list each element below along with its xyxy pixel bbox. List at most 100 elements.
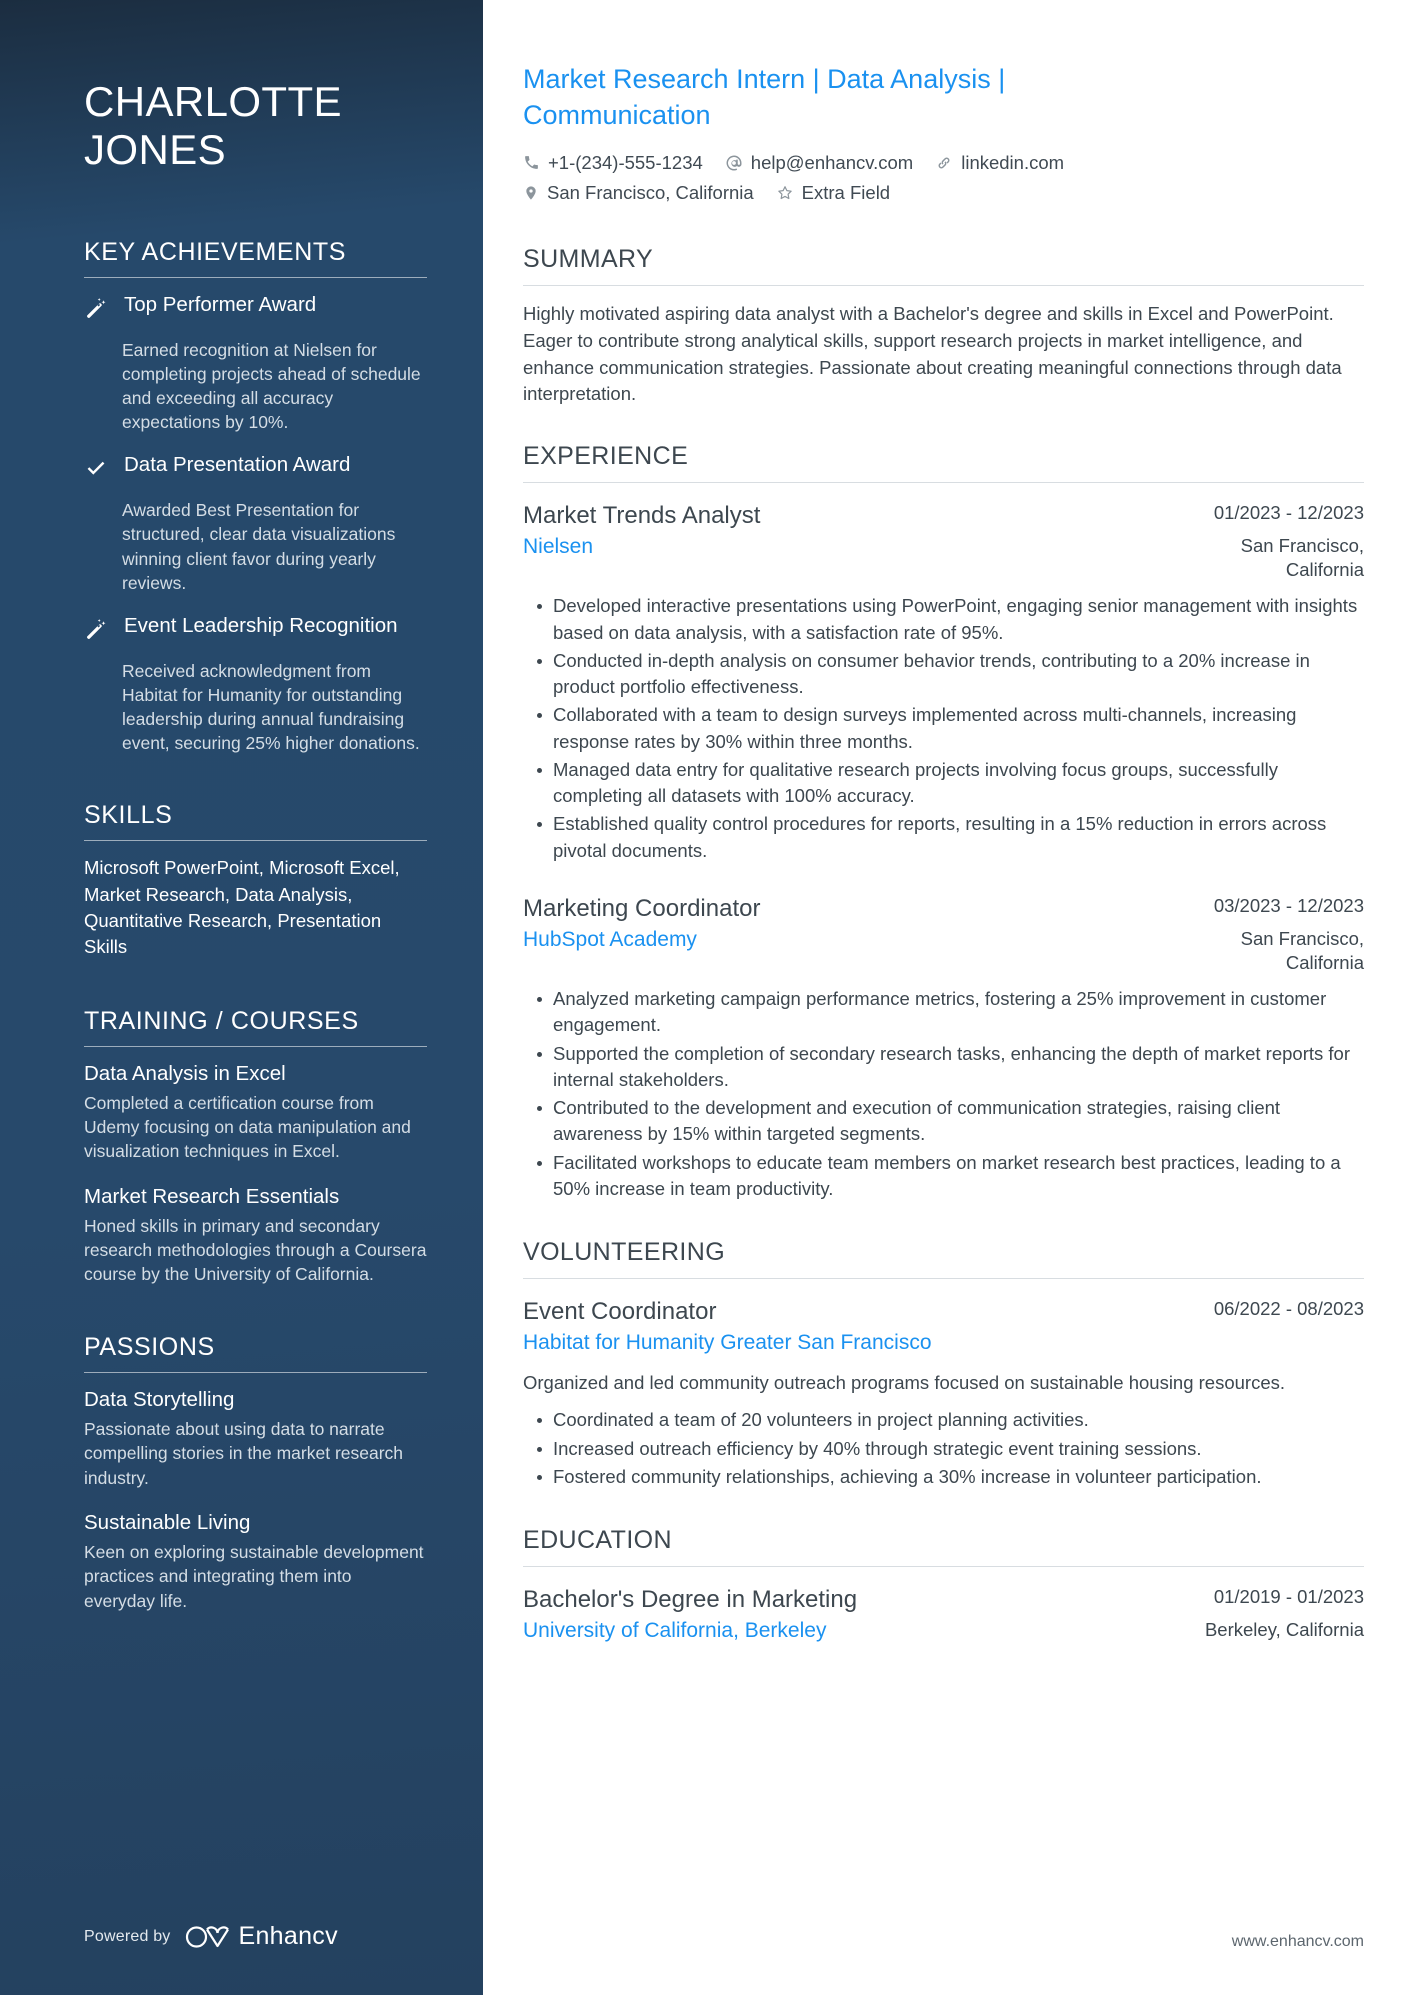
main-spacer — [523, 1645, 1364, 1897]
degree-date: 01/2019 - 01/2023 — [1213, 1586, 1364, 1608]
contact-row: +1-(234)-555-1234 help@enhancv.com linke… — [523, 151, 1364, 175]
entry-right: 06/2022 - 08/2023 — [1214, 1297, 1364, 1321]
section-summary: SUMMARY Highly motivated aspiring data a… — [523, 245, 1364, 408]
entry-right: 01/2023 - 12/2023 San Francisco, Califor… — [1194, 501, 1364, 582]
passions-heading: PASSIONS — [84, 1332, 215, 1361]
achievement-body: Top Performer Award — [124, 292, 427, 322]
role-intro: Organized and led community outreach pro… — [523, 1372, 1286, 1394]
training-divider — [84, 1045, 427, 1047]
at-sign-icon — [726, 155, 742, 171]
achievements-heading: KEY ACHIEVEMENTS — [84, 237, 346, 266]
contact-linkedin[interactable]: linkedin.com — [935, 151, 1064, 175]
bullet-item: Conducted in-depth analysis on consumer … — [537, 648, 1364, 701]
degree-title: Bachelor's Degree in Marketing — [523, 1586, 858, 1614]
check-icon — [84, 452, 110, 482]
contact-extra-value: Extra Field — [801, 181, 891, 203]
bullet-item: Contributed to the development and execu… — [537, 1095, 1364, 1148]
achievement-description: Earned recognition at Nielsen for comple… — [122, 339, 421, 433]
contact-extra[interactable]: Extra Field — [776, 181, 890, 205]
contact-row: San Francisco, California Extra Field — [523, 181, 1364, 205]
job-bullets: Developed interactive presentations usin… — [523, 593, 1364, 864]
training-description: Honed skills in primary and secondary re… — [84, 1216, 427, 1285]
location-pin-icon — [526, 186, 536, 200]
contact-phone[interactable]: +1-(234)-555-1234 — [523, 151, 703, 175]
achievements-divider — [84, 276, 427, 278]
contact-location[interactable]: San Francisco, California — [523, 181, 754, 205]
school-location: Berkeley, California — [1204, 1619, 1364, 1641]
summary-text: Highly motivated aspiring data analyst w… — [523, 302, 1342, 405]
achievement-item: Top Performer Award — [84, 292, 427, 322]
sidebar-section-achievements: KEY ACHIEVEMENTS Top Performer Award Ear… — [84, 238, 427, 756]
training-title: Data Analysis in Excel — [84, 1061, 286, 1085]
role-date: 06/2022 - 08/2023 — [1213, 1298, 1364, 1320]
experience-entry: Marketing Coordinator HubSpot Academy 03… — [523, 894, 1364, 1202]
contact-phone-value: +1-(234)-555-1234 — [548, 151, 703, 173]
achievement-body: Data Presentation Award — [124, 452, 427, 482]
volunteering-divider — [523, 1278, 1364, 1280]
entry-header: Market Trends Analyst Nielsen 01/2023 - … — [523, 501, 1364, 582]
powered-by-label: Powered by — [84, 1927, 171, 1945]
bullet-item: Supported the completion of secondary re… — [537, 1041, 1364, 1094]
contact-email-value: help@enhancv.com — [750, 151, 914, 173]
role-bullets: Coordinated a team of 20 volunteers in p… — [523, 1407, 1364, 1490]
company-name[interactable]: HubSpot Academy — [523, 927, 1170, 954]
job-date: 01/2023 - 12/2023 — [1213, 502, 1364, 524]
contact-email[interactable]: help@enhancv.com — [725, 151, 913, 175]
volunteering-entry: Event Coordinator Habitat for Humanity G… — [523, 1297, 1364, 1490]
entry-header: Bachelor's Degree in Marketing Universit… — [523, 1585, 1364, 1645]
powered-by-footer: Powered by Enhancv — [0, 1922, 483, 1995]
summary-divider — [523, 284, 1364, 286]
phone-icon — [525, 156, 538, 170]
job-location: San Francisco, California — [1240, 535, 1364, 581]
site-url[interactable]: www.enhancv.com — [1232, 1933, 1364, 1950]
passion-description: Keen on exploring sustainable developmen… — [84, 1542, 424, 1611]
sidebar: CHARLOTTE JONES KEY ACHIEVEMENTS Top Per… — [0, 0, 483, 1995]
school-name[interactable]: University of California, Berkeley — [523, 1618, 1181, 1645]
bullet-item: Increased outreach efficiency by 40% thr… — [537, 1436, 1364, 1462]
skills-divider — [84, 840, 427, 842]
achievement-description: Awarded Best Presentation for structured… — [122, 500, 396, 593]
experience-entry: Market Trends Analyst Nielsen 01/2023 - … — [523, 501, 1364, 864]
main-footer: www.enhancv.com — [523, 1933, 1364, 1995]
training-item: Data Analysis in Excel Completed a certi… — [84, 1061, 427, 1164]
entry-left: Bachelor's Degree in Marketing Universit… — [523, 1585, 1181, 1645]
summary-heading: SUMMARY — [523, 244, 654, 273]
passions-divider — [84, 1371, 427, 1373]
training-heading: TRAINING / COURSES — [84, 1006, 359, 1035]
person-name: CHARLOTTE JONES — [84, 78, 342, 173]
bullet-item: Analyzed marketing campaign performance … — [537, 986, 1364, 1039]
training-description: Completed a certification course from Ud… — [84, 1093, 411, 1162]
job-date: 03/2023 - 12/2023 — [1213, 894, 1364, 916]
main-content: Market Research Intern | Data Analysis |… — [483, 0, 1410, 1995]
training-item: Market Research Essentials Honed skills … — [84, 1184, 427, 1287]
role-title: Event Coordinator — [523, 1298, 717, 1326]
bullet-item: Collaborated with a team to design surve… — [537, 702, 1364, 755]
achievement-title: Top Performer Award — [124, 292, 317, 316]
headline: Market Research Intern | Data Analysis |… — [523, 64, 1006, 130]
job-title: Marketing Coordinator — [523, 894, 761, 922]
passion-item: Sustainable Living Keen on exploring sus… — [84, 1510, 427, 1613]
company-name[interactable]: Nielsen — [523, 534, 1170, 561]
achievement-description: Received acknowledgment from Habitat for… — [122, 660, 420, 754]
contact-linkedin-value: linkedin.com — [961, 151, 1065, 173]
bullet-item: Coordinated a team of 20 volunteers in p… — [537, 1407, 1364, 1433]
experience-divider — [523, 482, 1364, 484]
sidebar-content: CHARLOTTE JONES KEY ACHIEVEMENTS Top Per… — [0, 60, 483, 1613]
experience-heading: EXPERIENCE — [523, 442, 689, 471]
skills-list: Microsoft PowerPoint, Microsoft Excel, M… — [84, 857, 400, 958]
entry-right: 03/2023 - 12/2023 San Francisco, Califor… — [1194, 894, 1364, 975]
education-divider — [523, 1566, 1364, 1568]
achievement-item: Data Presentation Award — [84, 452, 427, 482]
bullet-item: Facilitated workshops to educate team me… — [537, 1150, 1364, 1203]
organization-name[interactable]: Habitat for Humanity Greater San Francis… — [523, 1330, 1190, 1357]
entry-right: 01/2019 - 01/2023 Berkeley, California — [1205, 1585, 1364, 1642]
entry-header: Event Coordinator Habitat for Humanity G… — [523, 1297, 1364, 1357]
entry-left: Market Trends Analyst Nielsen — [523, 501, 1170, 561]
bullet-item: Managed data entry for qualitative resea… — [537, 757, 1364, 810]
volunteering-heading: VOLUNTEERING — [523, 1238, 726, 1267]
job-bullets: Analyzed marketing campaign performance … — [523, 986, 1364, 1202]
skills-heading: SKILLS — [84, 801, 173, 830]
magic-wand-icon — [84, 613, 110, 643]
passion-title: Sustainable Living — [84, 1510, 251, 1534]
entry-left: Event Coordinator Habitat for Humanity G… — [523, 1297, 1190, 1357]
